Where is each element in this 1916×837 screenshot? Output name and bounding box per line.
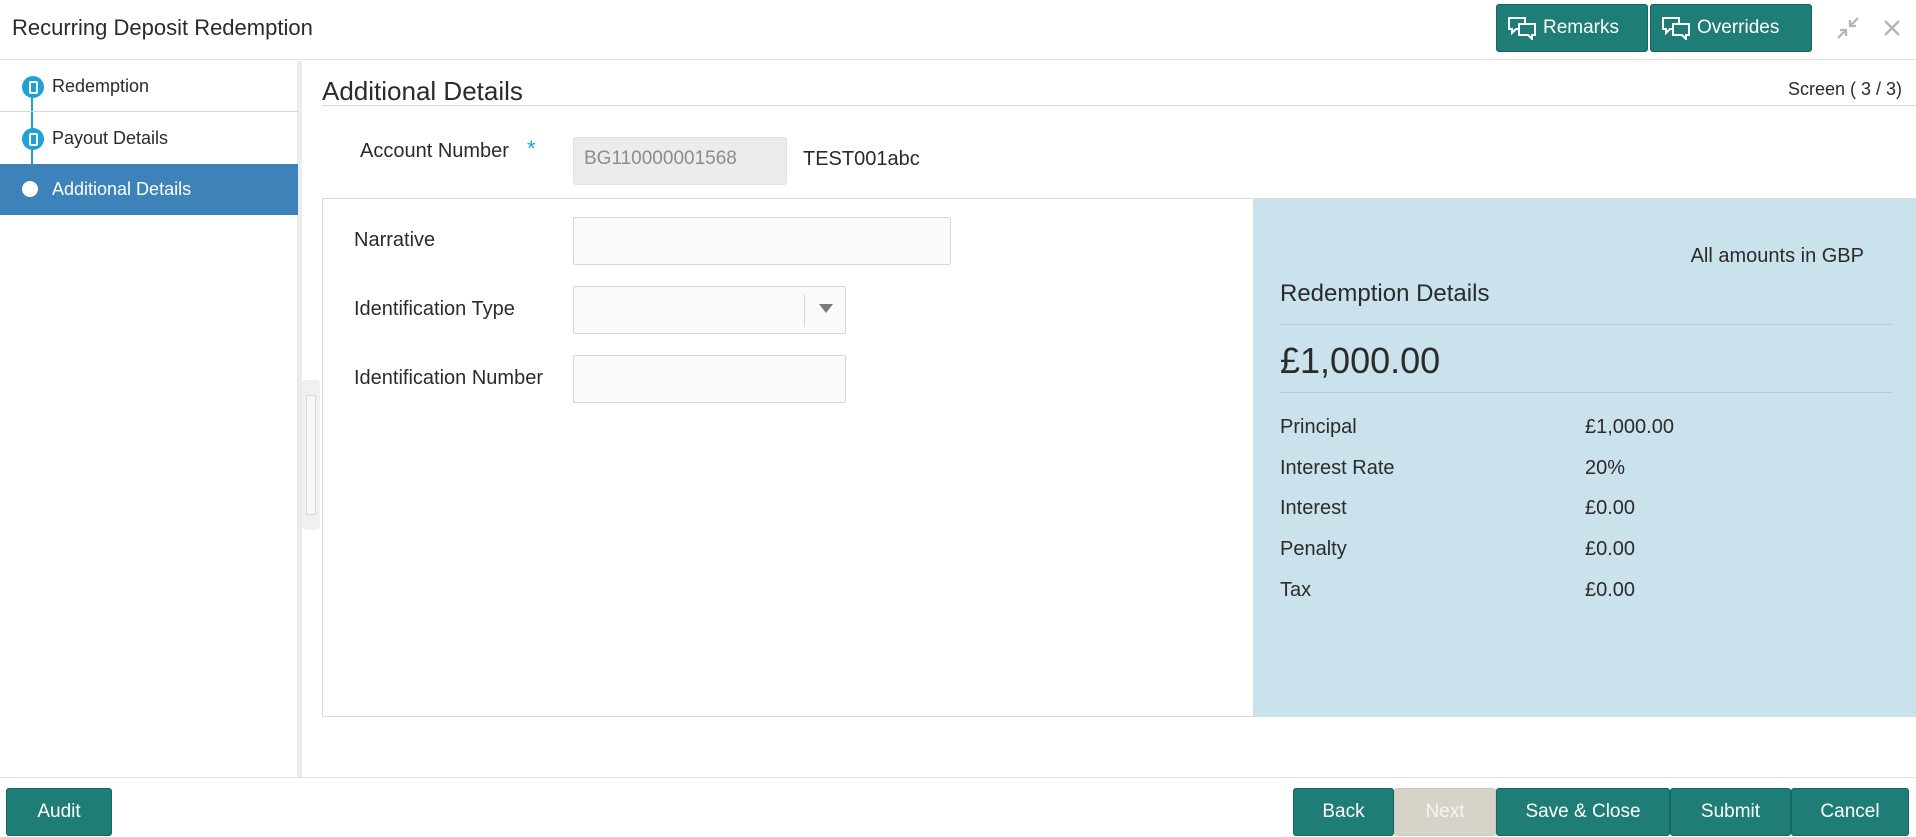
close-icon[interactable]	[1878, 14, 1906, 42]
sidebar-item-additional-details[interactable]: Additional Details	[0, 164, 298, 215]
identification-type-label: Identification Type	[354, 298, 515, 320]
additional-details-form	[322, 198, 1254, 717]
step-complete-icon	[22, 128, 44, 150]
overrides-label: Overrides	[1697, 17, 1780, 38]
step-complete-icon	[22, 76, 44, 98]
account-name: TEST001abc	[803, 148, 920, 170]
summary-row-value: £0.00	[1585, 497, 1636, 519]
step-sidebar: Redemption Payout Details Additional Det…	[0, 61, 298, 777]
summary-row-value: £0.00	[1585, 579, 1636, 601]
summary-row-value: £1,000.00	[1585, 416, 1674, 438]
chat-bubbles-icon	[1662, 17, 1690, 40]
sidebar-item-label: Additional Details	[52, 179, 192, 199]
remarks-label: Remarks	[1543, 17, 1620, 38]
account-number-field: BG110000001568	[573, 137, 787, 185]
minimize-arrows-icon[interactable]	[1834, 14, 1862, 42]
summary-divider	[1280, 392, 1892, 393]
summary-total-amount: £1,000.00	[1280, 340, 1441, 381]
identification-number-label: Identification Number	[354, 367, 543, 389]
identification-number-input[interactable]	[573, 355, 846, 403]
required-marker: *	[527, 136, 536, 161]
summary-row-label: Interest	[1280, 497, 1347, 519]
cancel-button[interactable]: Cancel	[1791, 788, 1909, 836]
remarks-button[interactable]: Remarks	[1496, 4, 1648, 52]
summary-divider	[1280, 324, 1892, 325]
chevron-down-icon	[819, 304, 833, 313]
account-number-label: Account Number	[360, 140, 509, 162]
sidebar-item-label: Payout Details	[52, 128, 169, 148]
screen-indicator: Screen ( 3 / 3)	[1787, 79, 1902, 99]
chat-bubbles-icon	[1508, 17, 1536, 40]
sidebar-item-payout-details[interactable]: Payout Details	[0, 113, 298, 164]
section-title: Additional Details	[322, 76, 523, 106]
summary-row-label: Penalty	[1280, 538, 1347, 560]
back-button[interactable]: Back	[1293, 788, 1394, 836]
narrative-input[interactable]	[573, 217, 951, 265]
next-button[interactable]: Next	[1394, 788, 1496, 836]
sidebar-item-redemption[interactable]: Redemption	[0, 61, 298, 112]
page-title: Recurring Deposit Redemption	[12, 15, 313, 40]
summary-row-label: Interest Rate	[1280, 457, 1395, 479]
submit-button[interactable]: Submit	[1670, 788, 1791, 836]
currency-note: All amounts in GBP	[1690, 245, 1864, 267]
panel-resize-handle[interactable]	[302, 380, 320, 530]
app-header: Recurring Deposit Redemption Remarks Ove…	[0, 0, 1916, 60]
summary-title: Redemption Details	[1280, 280, 1490, 307]
summary-row-value: 20%	[1585, 457, 1626, 479]
section-divider	[322, 105, 1916, 106]
overrides-button[interactable]: Overrides	[1650, 4, 1812, 52]
summary-row-label: Tax	[1280, 579, 1312, 601]
narrative-label: Narrative	[354, 229, 436, 251]
save-close-button[interactable]: Save & Close	[1496, 788, 1670, 836]
sidebar-item-label: Redemption	[52, 75, 150, 96]
summary-row-label: Principal	[1280, 416, 1357, 438]
identification-type-select[interactable]	[573, 286, 846, 334]
summary-row-value: £0.00	[1585, 538, 1636, 560]
step-current-icon	[22, 181, 38, 197]
audit-button[interactable]: Audit	[6, 788, 112, 836]
